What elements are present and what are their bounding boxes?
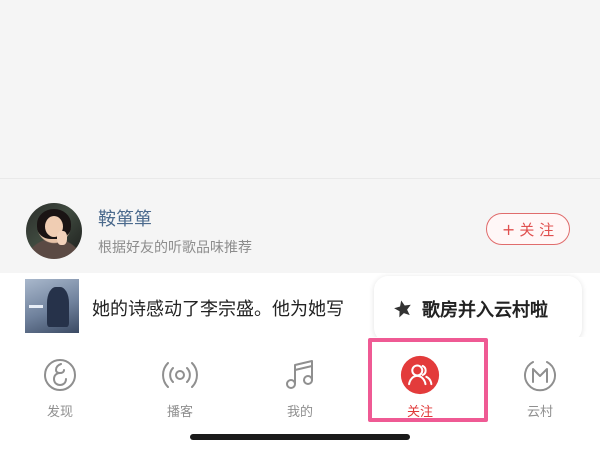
feed-thumbnail[interactable]: [25, 279, 79, 333]
tab-village[interactable]: 云村: [500, 355, 580, 421]
recommended-user-row[interactable]: 鞍箪箪 根据好友的听歌品味推荐 + 关 注: [0, 179, 600, 273]
tab-highlight-frame: [368, 338, 488, 422]
tab-podcast[interactable]: 播客: [140, 355, 220, 421]
avatar-hand: [57, 231, 67, 245]
tab-discover[interactable]: 发现: [20, 355, 100, 421]
follow-button[interactable]: + 关 注: [486, 213, 570, 245]
feed-item-text[interactable]: 她的诗感动了李宗盛。他为她写: [92, 295, 392, 321]
tab-label: 云村: [526, 405, 553, 420]
recommended-user-reason: 根据好友的听歌品味推荐: [98, 240, 252, 256]
feature-tooltip[interactable]: 歌房并入云村啦: [374, 276, 582, 355]
tab-label: 播客: [166, 405, 193, 420]
tab-mine[interactable]: 我的: [260, 355, 340, 421]
podcast-icon: [160, 355, 200, 395]
music-note-icon: [280, 355, 320, 395]
content-area-blank: [0, 0, 600, 178]
tab-label: 我的: [286, 405, 313, 420]
recommended-user-name[interactable]: 鞍箪箪: [98, 205, 152, 231]
star-icon: [394, 300, 411, 318]
follow-button-label: 关 注: [519, 220, 555, 239]
village-icon: [520, 355, 560, 395]
plus-icon: +: [501, 219, 516, 239]
tooltip-text: 歌房并入云村啦: [422, 300, 548, 321]
tab-label: 发现: [46, 405, 73, 420]
thumbnail-caption-mark: [29, 305, 43, 308]
home-indicator[interactable]: [190, 434, 410, 440]
thumbnail-figure: [47, 287, 69, 327]
avatar[interactable]: [26, 203, 82, 259]
discover-icon: [40, 355, 80, 395]
